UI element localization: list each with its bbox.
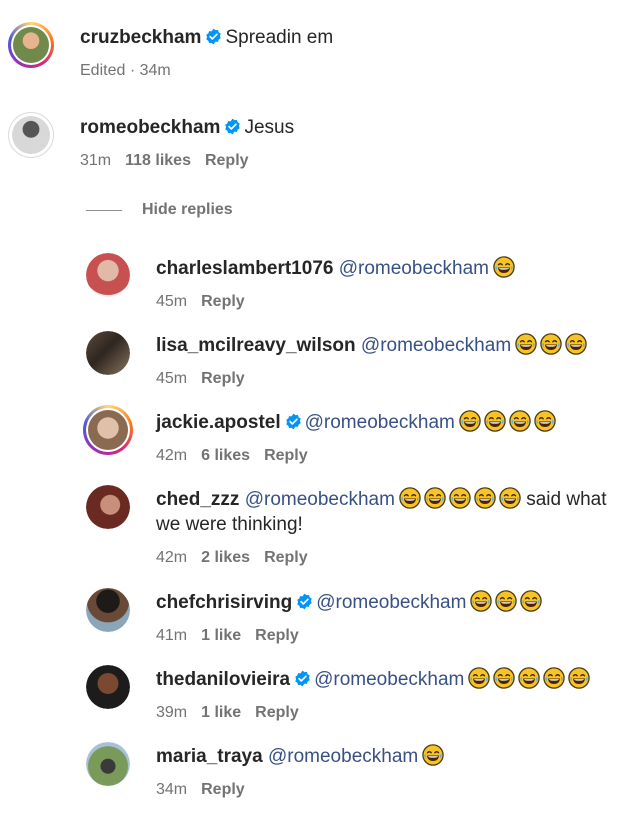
comment-time: 42m [156,447,188,464]
likes-count[interactable]: 1 like [201,627,241,644]
mention-link[interactable]: @romeobeckham [268,746,418,767]
laughing-emoji-icon [543,667,565,689]
laughing-emoji-icon [468,667,490,689]
avatar[interactable] [83,405,133,455]
username[interactable]: thedanilovieira [156,669,290,690]
verified-badge-icon [224,118,241,135]
comment-text-continued: we were thinking! [156,514,303,535]
hide-replies-button[interactable]: Hide replies [86,200,233,220]
reply-button[interactable]: Reply [255,627,299,644]
comment-time: Edited · 34m [80,62,171,79]
mention-link[interactable]: @romeobeckham [361,335,511,356]
comment-time: 34m [156,781,188,798]
laughing-emoji-icon [540,333,562,355]
avatar[interactable] [86,331,130,375]
verified-badge-icon [294,670,311,687]
comment-time: 42m [156,549,188,566]
laughing-emoji-icon [509,410,531,432]
laughing-emoji-icon [499,487,521,509]
avatar[interactable] [86,485,130,529]
username[interactable]: lisa_mcilreavy_wilson [156,335,356,356]
username[interactable]: charleslambert1076 [156,258,333,279]
laughing-emoji-icon [484,410,506,432]
laughing-emoji-icon [520,590,542,612]
username[interactable]: cruzbeckham [80,27,201,48]
likes-count[interactable]: 2 likes [201,549,250,566]
laughing-emoji-icon [424,487,446,509]
comment-time: 41m [156,627,188,644]
avatar[interactable] [86,742,130,786]
comment-time: 45m [156,293,188,310]
laughing-emoji-icon [534,410,556,432]
laughing-emoji-icon [474,487,496,509]
username[interactable]: chefchrisirving [156,592,292,613]
reply-button[interactable]: Reply [201,370,245,387]
laughing-emoji-icon [493,667,515,689]
reply-button[interactable]: Reply [264,549,308,566]
username[interactable]: jackie.apostel [156,412,281,433]
comment-time: 39m [156,704,188,721]
mention-link[interactable]: @romeobeckham [339,258,489,279]
reply-button[interactable]: Reply [205,152,249,169]
comment-time: 45m [156,370,188,387]
laughing-emoji-icon [422,744,444,766]
likes-count[interactable]: 6 likes [201,447,250,464]
avatar[interactable] [86,253,130,297]
comment-text: said what [526,489,607,510]
laughing-emoji-icon [493,256,515,278]
verified-badge-icon [205,28,222,45]
comment-time: 31m [80,152,112,169]
likes-count[interactable]: 1 like [201,704,241,721]
laughing-emoji-icon [449,487,471,509]
avatar[interactable] [8,22,54,68]
avatar[interactable] [8,112,54,158]
laughing-emoji-icon [399,487,421,509]
mention-link[interactable]: @romeobeckham [314,669,464,690]
mention-link[interactable]: @romeobeckham [305,412,455,433]
laughing-emoji-icon [565,333,587,355]
laughing-emoji-icon [568,667,590,689]
avatar[interactable] [86,588,130,632]
laughing-emoji-icon [495,590,517,612]
username[interactable]: maria_traya [156,746,263,767]
username[interactable]: ched_zzz [156,489,239,510]
username[interactable]: romeobeckham [80,117,220,138]
comment-text: Jesus [244,117,295,138]
reply-button[interactable]: Reply [264,447,308,464]
laughing-emoji-icon [515,333,537,355]
verified-badge-icon [296,593,313,610]
verified-badge-icon [285,413,302,430]
likes-count[interactable]: 118 likes [125,152,191,169]
reply-button[interactable]: Reply [255,704,299,721]
avatar[interactable] [86,665,130,709]
laughing-emoji-icon [518,667,540,689]
mention-link[interactable]: @romeobeckham [316,592,466,613]
hide-replies-label[interactable]: Hide replies [142,201,233,218]
laughing-emoji-icon [459,410,481,432]
mention-link[interactable]: @romeobeckham [245,489,395,510]
reply-button[interactable]: Reply [201,293,245,310]
reply-button[interactable]: Reply [201,781,245,798]
comment-text: Spreadin em [225,27,334,48]
laughing-emoji-icon [470,590,492,612]
